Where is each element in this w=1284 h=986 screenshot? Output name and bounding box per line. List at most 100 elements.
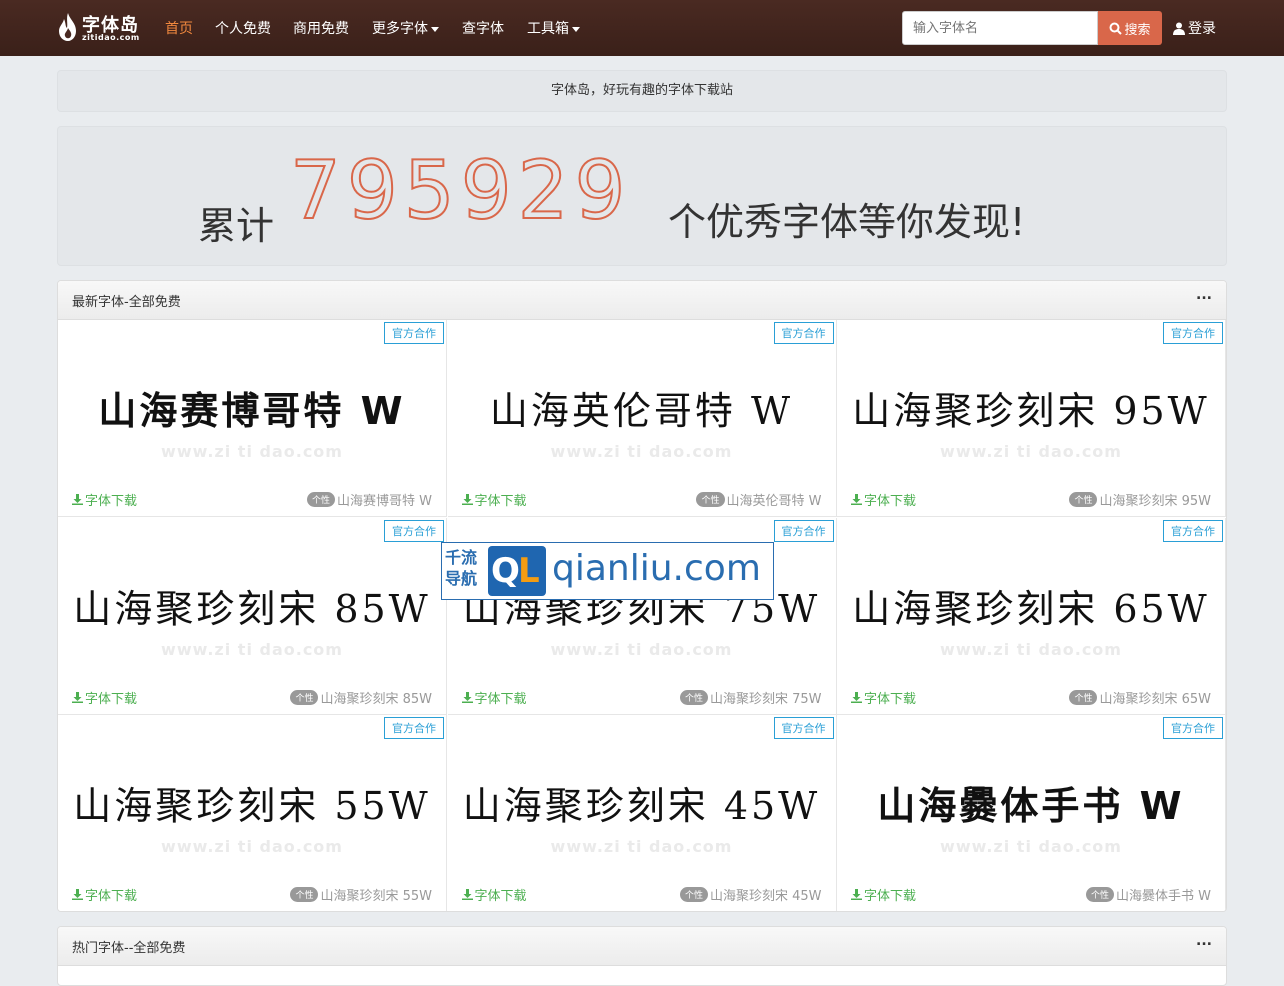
download-link[interactable]: 字体下载 [461,490,527,509]
preview-watermark: www.zi ti dao.com [940,639,1122,659]
preview-watermark: www.zi ti dao.com [940,837,1122,856]
font-preview[interactable]: 山海聚珍刻宋 65W [837,578,1225,633]
font-preview[interactable]: 山海爨体手书 W [837,775,1225,830]
category-tag[interactable]: 个性 [306,492,335,507]
font-preview[interactable]: 山海聚珍刻宋 85W [58,578,446,633]
download-label: 字体下载 [474,691,527,707]
preview-watermark: www.zi ti dao.com [550,639,733,659]
preview-watermark: www.zi ti dao.com [161,837,343,856]
qianliu-text-line: 导航 [445,569,478,588]
category-tag[interactable]: 个性 [1085,887,1114,902]
font-counter-banner: 累计 795929 个优秀字体等你发现! [57,126,1227,266]
category-tag[interactable]: 个性 [679,689,708,705]
download-link[interactable]: 字体下载 [72,885,137,904]
panel-title: 最新字体-全部免费 [72,295,181,310]
official-partner-badge: 官方合作 [773,519,834,542]
nav-toolbox[interactable]: 工具箱 [527,18,580,38]
font-name[interactable]: 山海聚珍刻宋 55W [320,885,432,904]
font-card[interactable]: 官方合作 山海英伦哥特 Wwww.zi ti dao.com 字体下载 个性 山海英伦哥… [447,320,837,517]
nav-more-fonts[interactable]: 更多字体 [372,18,439,38]
download-link[interactable]: 字体下载 [851,688,916,707]
font-name[interactable]: 山海爨体手书 W [1116,885,1211,904]
more-icon[interactable]: ... [1196,287,1212,303]
font-preview[interactable]: 山海英伦哥特 W [448,380,836,435]
qianliu-site-text: qianliu.com [552,548,761,589]
font-name[interactable]: 山海聚珍刻宋 85W [320,688,432,707]
category-tag[interactable]: 个性 [290,689,319,705]
nav-commercial-free[interactable]: 商用免费 [293,18,349,38]
download-label: 字体下载 [474,889,527,904]
nav-home[interactable]: 首页 [165,18,193,38]
panel-header: 最新字体-全部免费 ... [58,281,1226,320]
font-meta: 个性 山海聚珍刻宋 75W [679,688,822,707]
download-link[interactable]: 字体下载 [461,688,527,707]
font-card[interactable]: 官方合作 山海聚珍刻宋 45W www.zi ti dao.com 字体下载 个性 山海聚… [447,715,837,911]
font-name[interactable]: 山海赛博哥特 W [337,490,432,509]
caret-down-icon [431,26,439,32]
official-partner-badge: 官方合作 [384,322,444,344]
preview-watermark: www.zi ti dao.com [161,639,343,659]
download-label: 字体下载 [864,691,917,707]
qianliu-watermark-logo: 千流 导航 Q L qianliu.com [441,542,774,600]
search-icon [1109,22,1123,35]
font-meta: 个性 山海聚珍刻宋 55W [290,885,432,904]
search-input[interactable] [902,11,1098,45]
font-name[interactable]: 山海聚珍刻宋 75W [710,688,822,707]
font-preview[interactable]: 山海聚珍刻宋 55W [58,775,446,830]
font-preview[interactable]: 山海聚珍刻宋 95W [837,380,1225,435]
official-partner-badge: 官方合作 [773,717,834,739]
site-logo[interactable]: 字体岛 zitidao.com [56,10,146,46]
font-meta: 个性 山海聚珍刻宋 65W [1069,688,1211,707]
font-name[interactable]: 山海聚珍刻宋 45W [710,885,822,904]
font-card[interactable]: 官方合作 山海聚珍刻宋 95W www.zi ti dao.com 字体下载 个性 山海聚… [837,320,1226,517]
category-tag[interactable]: 个性 [696,492,725,507]
font-card[interactable]: 官方合作 山海赛博哥特 Wwww.zi ti dao.com 字体下载 个性 山海赛博哥… [58,320,447,517]
official-partner-badge: 官方合作 [773,322,834,344]
download-label: 字体下载 [85,889,138,904]
nav-find-font[interactable]: 查字体 [462,18,504,38]
font-preview[interactable]: 山海赛博哥特 W [58,380,446,435]
download-label: 字体下载 [474,494,527,509]
download-label: 字体下载 [864,889,917,904]
download-link[interactable]: 字体下载 [461,885,527,904]
font-card[interactable]: 官方合作 山海聚珍刻宋 55W www.zi ti dao.com 字体下载 个性 山海聚… [58,715,447,911]
nav-personal-free[interactable]: 个人免费 [215,18,271,38]
download-icon [461,691,473,703]
official-partner-badge: 官方合作 [1163,519,1223,542]
download-label: 字体下载 [864,494,917,509]
font-card[interactable]: 官方合作 山海聚珍刻宋 65W www.zi ti dao.com 字体下载 个性 山海聚… [837,517,1226,715]
download-link[interactable]: 字体下载 [851,490,916,509]
logo-subtext: zitidao.com [82,33,140,42]
official-partner-badge: 官方合作 [384,717,444,739]
download-link[interactable]: 字体下载 [72,490,137,509]
flame-icon [59,13,76,41]
user-icon [1173,22,1185,35]
download-link[interactable]: 字体下载 [72,688,137,707]
font-name[interactable]: 山海聚珍刻宋 65W [1099,688,1211,707]
font-meta: 个性 山海英伦哥特 W [696,490,822,509]
panel-header: 热门字体--全部免费 ... [58,927,1226,966]
caret-down-icon [572,26,580,32]
category-tag[interactable]: 个性 [679,887,708,902]
font-name[interactable]: 山海聚珍刻宋 95W [1099,490,1211,509]
font-meta: 个性 山海赛博哥特 W [306,490,432,509]
login-link[interactable]: 登录 [1173,18,1216,38]
category-tag[interactable]: 个性 [1069,492,1098,507]
download-icon [72,494,83,505]
download-icon [851,691,862,703]
font-name[interactable]: 山海英伦哥特 W [727,490,822,509]
download-link[interactable]: 字体下载 [851,885,916,904]
font-card[interactable]: 官方合作 山海聚珍刻宋 85W www.zi ti dao.com 字体下载 个性 山海聚… [58,517,447,715]
site-notice: 字体岛，好玩有趣的字体下载站 [57,70,1227,112]
download-label: 字体下载 [85,691,138,707]
category-tag[interactable]: 个性 [1069,689,1098,705]
font-preview[interactable]: 山海聚珍刻宋 45W [448,775,836,830]
top-navbar: 字体岛 zitidao.com 首页 个人免费 商用免费 更多字体 查字体 工具… [0,0,1284,56]
search-button[interactable]: 搜索 [1098,11,1162,45]
ql-logo-icon: Q L [488,546,546,596]
preview-watermark: www.zi ti dao.com [161,442,343,461]
font-card[interactable]: 官方合作 山海爨体手书 Wwww.zi ti dao.com 字体下载 个性 山海爨体手… [837,715,1226,911]
more-icon[interactable]: ... [1196,933,1212,949]
login-label: 登录 [1188,21,1216,37]
category-tag[interactable]: 个性 [290,887,319,902]
